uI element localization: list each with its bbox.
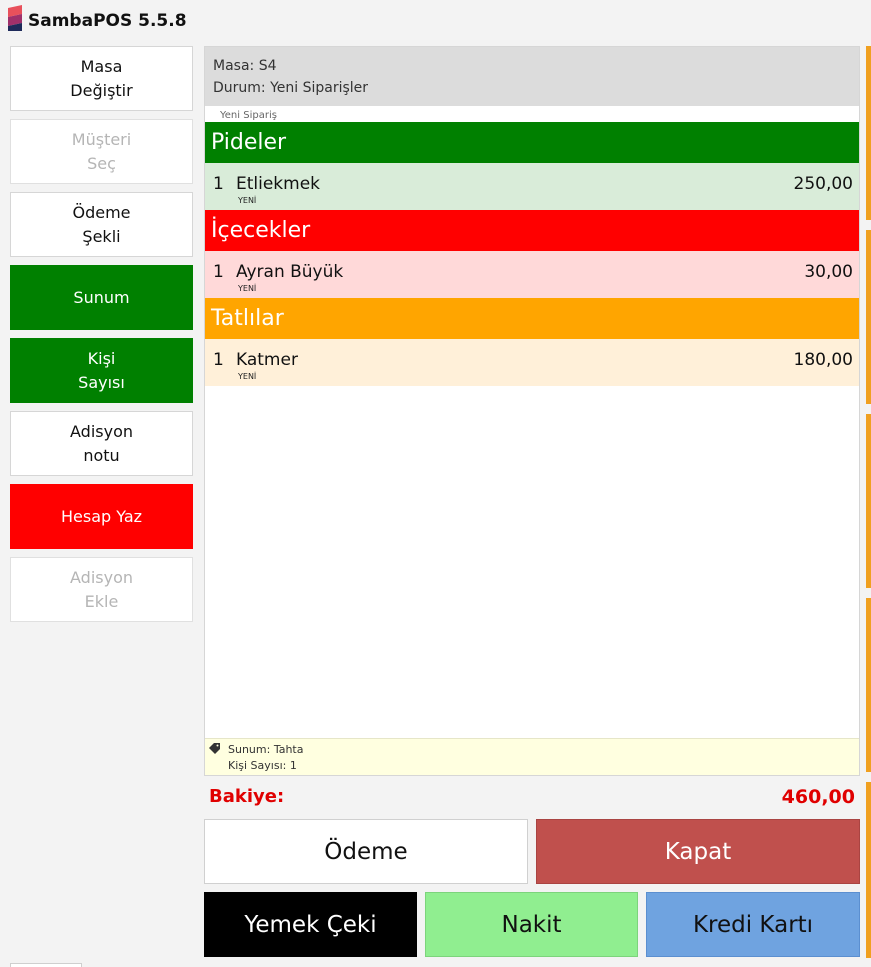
order-line-item[interactable]: 1 Katmer YENİ 180,00 [205,339,859,386]
kredi-karti-button[interactable]: Kredi Kartı [646,892,860,957]
item-price: 30,00 [804,262,853,282]
sambapos-logo-icon [8,5,22,31]
kapat-button[interactable]: Kapat [536,819,860,884]
nakit-button[interactable]: Nakit [425,892,638,957]
group-header-tatlilar: Tatlılar [205,298,859,339]
kisi-sayisi-button[interactable]: Kişi Sayısı [10,338,193,403]
ticket-tag-sunum: Sunum: Tahta [228,743,304,756]
ticket-status: Durum: Yeni Siparişler [213,80,369,96]
item-status: YENİ [238,284,257,293]
item-price: 180,00 [793,350,853,370]
musteri-sec-button[interactable]: Müşteri Seç [10,119,193,184]
app-title: SambaPOS 5.5.8 [28,11,187,31]
ticket-table: Masa: S4 [213,58,277,74]
item-name: Etliekmek [236,174,321,194]
right-panel-edge[interactable] [866,230,871,404]
ticket-header: Masa: S4 Durum: Yeni Siparişler [205,47,859,106]
tag-icon [209,743,220,754]
right-panel-edge[interactable] [866,782,871,958]
adisyon-notu-button[interactable]: Adisyon notu [10,411,193,476]
title-bar: SambaPOS 5.5.8 [0,0,871,44]
ticket-tags-box: Sunum: Tahta Kişi Sayısı: 1 [205,738,859,775]
item-qty: 1 [213,262,224,282]
item-qty: 1 [213,350,224,370]
order-line-item[interactable]: 1 Ayran Büyük YENİ 30,00 [205,251,859,298]
adisyon-ekle-button[interactable]: Adisyon Ekle [10,557,193,622]
right-panel-edge[interactable] [866,414,871,588]
balance-value: 460,00 [781,786,855,808]
ticket-panel: Masa: S4 Durum: Yeni Siparişler Yeni Sip… [204,46,860,776]
order-tag: Yeni Sipariş [220,110,277,121]
order-line-item[interactable]: 1 Etliekmek YENİ 250,00 [205,163,859,210]
item-name: Ayran Büyük [236,262,344,282]
item-status: YENİ [238,196,257,205]
hesap-yaz-button[interactable]: Hesap Yaz [10,484,193,549]
odeme-sekli-button[interactable]: Ödeme Şekli [10,192,193,257]
group-header-pideler: Pideler [205,122,859,163]
odeme-button[interactable]: Ödeme [204,819,528,884]
item-price: 250,00 [793,174,853,194]
sunum-button[interactable]: Sunum [10,265,193,330]
ticket-tag-kisi-sayisi: Kişi Sayısı: 1 [228,759,297,772]
yemek-ceki-button[interactable]: Yemek Çeki [204,892,417,957]
item-status: YENİ [238,372,257,381]
bottom-tab[interactable] [10,963,82,967]
balance-label: Bakiye: [209,786,285,807]
item-qty: 1 [213,174,224,194]
masa-degistir-button[interactable]: Masa Değiştir [10,46,193,111]
group-header-icecekler: İçecekler [205,210,859,251]
right-panel-edge[interactable] [866,46,871,220]
right-panel-edge[interactable] [866,598,871,772]
item-name: Katmer [236,350,298,370]
